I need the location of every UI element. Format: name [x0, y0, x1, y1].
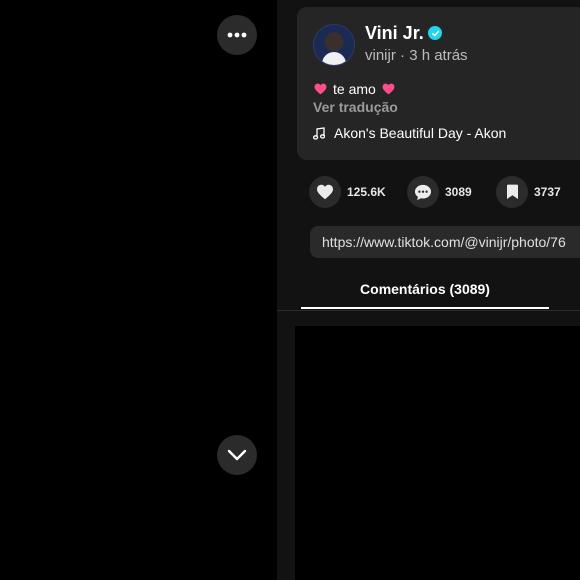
share-url-field[interactable]: https://www.tiktok.com/@vinijr/photo/76: [310, 226, 580, 258]
verified-badge-icon: [428, 26, 442, 40]
music-title: Akon's Beautiful Day - Akon: [334, 125, 507, 141]
tab-comments[interactable]: Comentários (3089): [301, 270, 549, 308]
active-tab-indicator: [301, 307, 549, 309]
pink-heart-icon: [382, 83, 395, 95]
like-button[interactable]: [309, 176, 341, 208]
comment-action: 3089: [407, 176, 472, 208]
more-options-button[interactable]: [217, 15, 257, 55]
side-panel: Vini Jr. vinijr · 3 h atrás te amo Ver t…: [277, 0, 580, 580]
divider: [277, 310, 580, 311]
music-link[interactable]: Akon's Beautiful Day - Akon: [313, 125, 506, 141]
meta-separator: ·: [395, 47, 410, 64]
like-action: 125.6K: [309, 176, 386, 208]
post-time: 3 h atrás: [409, 47, 468, 64]
pink-heart-icon: [314, 83, 327, 95]
like-count: 125.6K: [347, 185, 386, 199]
username[interactable]: Vini Jr.: [365, 23, 424, 44]
see-translation-link[interactable]: Ver tradução: [313, 99, 398, 115]
favorite-button[interactable]: [496, 176, 528, 208]
avatar[interactable]: [313, 24, 355, 66]
comment-button[interactable]: [407, 176, 439, 208]
heart-icon: [317, 184, 333, 200]
save-count: 3737: [534, 185, 561, 199]
post-info-card: Vini Jr. vinijr · 3 h atrás te amo Ver t…: [297, 7, 580, 160]
handle[interactable]: vinijr: [365, 47, 396, 64]
comment-icon: [414, 184, 432, 200]
comments-list: [295, 326, 580, 580]
chevron-down-icon: [227, 449, 247, 461]
comment-count: 3089: [445, 185, 472, 199]
tiktok-post-view: Vini Jr. vinijr · 3 h atrás te amo Ver t…: [0, 0, 580, 580]
more-horizontal-icon: [227, 32, 247, 38]
caption: te amo: [314, 81, 395, 97]
save-action: 3737: [496, 176, 561, 208]
next-video-button[interactable]: [217, 435, 257, 475]
user-meta: vinijr · 3 h atrás: [365, 47, 468, 64]
caption-text: te amo: [333, 81, 376, 97]
music-note-icon: [313, 126, 325, 140]
bookmark-icon: [506, 184, 518, 199]
